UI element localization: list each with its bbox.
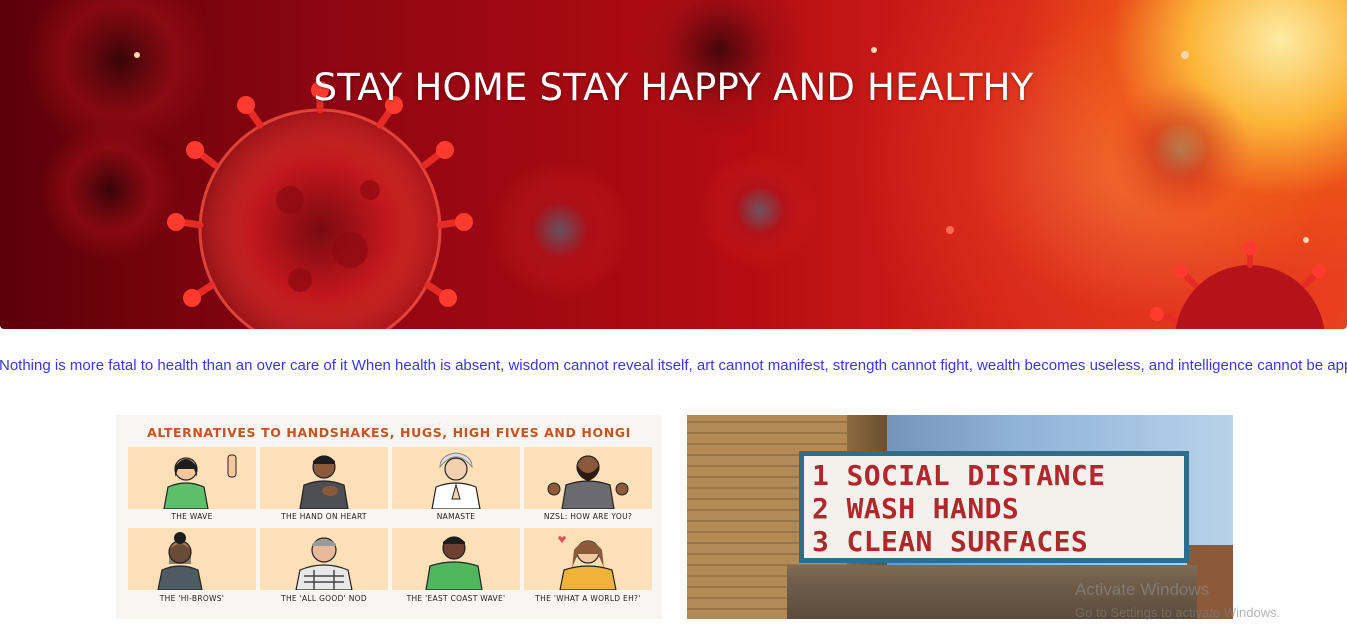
caption-nzsl: NZSL: HOW ARE YOU? xyxy=(543,512,633,521)
caption-namaste: NAMASTE xyxy=(436,512,476,521)
marquee-sign: 1 SOCIAL DISTANCE 2 WASH HANDS 3 CLEAN S… xyxy=(799,451,1189,563)
main-virus-icon xyxy=(167,81,473,329)
caption-wave: THE WAVE xyxy=(171,512,213,521)
virus-illustration xyxy=(25,0,1326,329)
tile-what-a-world xyxy=(524,528,652,590)
activate-windows-watermark: Activate Windows xyxy=(1075,580,1210,599)
activate-windows-hint: Go to Settings to activate Windows. xyxy=(1075,605,1281,620)
marquee-line-3: 3 CLEAN SURFACES xyxy=(812,525,1089,558)
caption-hand-on-heart: THE HAND ON HEART xyxy=(281,512,367,521)
page-title: STAY HOME STAY HAPPY AND HEALTHY xyxy=(0,66,1347,109)
health-quote-text: Nothing is more fatal to health than an … xyxy=(0,357,1347,374)
caption-all-good-nod: THE 'ALL GOOD' NOD xyxy=(281,594,367,603)
marquee-line-2: 2 WASH HANDS xyxy=(812,492,1020,525)
caption-east-coast-wave: THE 'EAST COAST WAVE' xyxy=(406,594,506,603)
health-quote-marquee: Nothing is more fatal to health than an … xyxy=(0,355,1347,377)
hero-banner: STAY HOME STAY HAPPY AND HEALTHY xyxy=(0,0,1347,329)
tile-hand-on-heart xyxy=(260,447,388,509)
page-title-text: STAY HOME STAY HAPPY AND HEALTHY xyxy=(313,66,1034,109)
tile-namaste xyxy=(392,447,520,509)
tile-all-good-nod xyxy=(260,528,388,590)
corner-virus-icon xyxy=(1150,241,1326,329)
tile-nzsl xyxy=(524,447,652,509)
tile-hi-brows xyxy=(128,528,256,590)
tile-east-coast-wave xyxy=(392,528,520,590)
image-title: ALTERNATIVES TO HANDSHAKES, HUGS, HIGH F… xyxy=(147,425,631,440)
tile-wave xyxy=(128,447,256,509)
greetings-alternatives-image: ALTERNATIVES TO HANDSHAKES, HUGS, HIGH F… xyxy=(116,415,662,619)
caption-what-a-world: THE 'WHAT A WORLD EH?' xyxy=(535,594,641,603)
caption-hi-brows: THE 'HI-BROWS' xyxy=(159,594,225,603)
marquee-line-1: 1 SOCIAL DISTANCE xyxy=(812,459,1106,492)
